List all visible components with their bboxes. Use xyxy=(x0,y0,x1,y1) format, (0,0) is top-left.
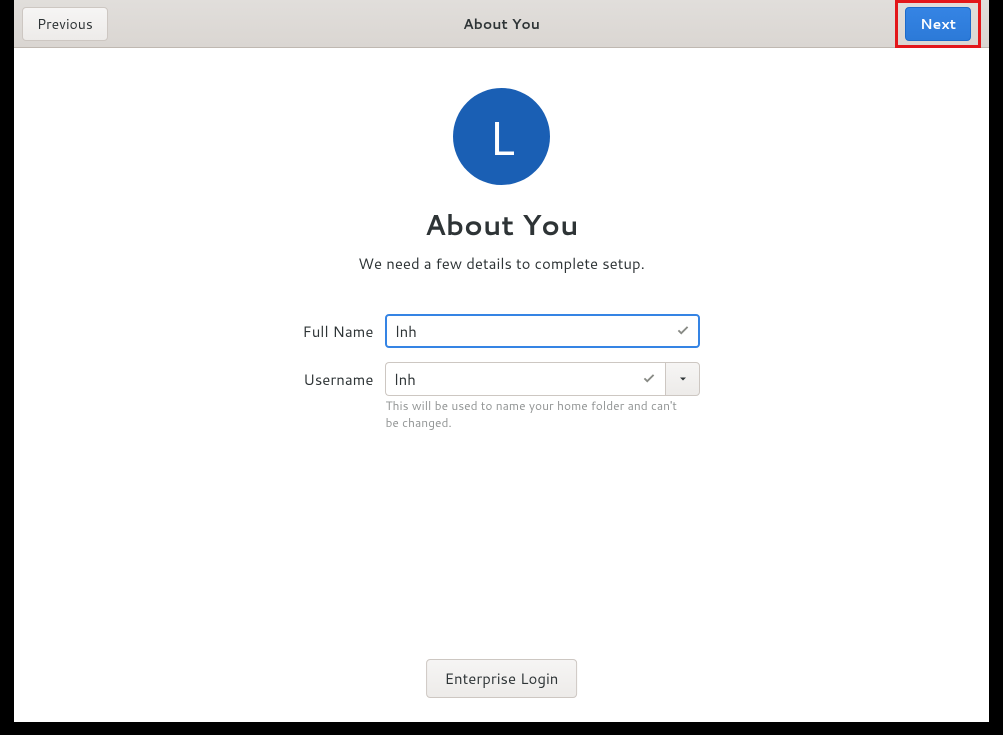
page-title: About You xyxy=(463,14,540,34)
enterprise-login-button[interactable]: Enterprise Login xyxy=(426,659,578,698)
chevron-down-icon xyxy=(677,373,689,385)
avatar-initial: L xyxy=(488,103,515,171)
username-helper-text: This will be used to name your home fold… xyxy=(385,398,685,432)
avatar[interactable]: L xyxy=(453,88,550,185)
fullname-input[interactable] xyxy=(385,314,700,348)
titlebar: Previous About You Next xyxy=(14,0,989,48)
content-area: L About You We need a few details to com… xyxy=(14,48,989,722)
subheading: We need a few details to complete setup. xyxy=(358,253,645,274)
previous-button[interactable]: Previous xyxy=(22,7,108,41)
fullname-label: Full Name xyxy=(303,314,374,342)
form: Full Name Username xyxy=(303,314,701,432)
username-label: Username xyxy=(303,362,374,390)
next-button[interactable]: Next xyxy=(905,7,971,41)
username-input[interactable] xyxy=(385,362,665,396)
next-button-highlight: Next xyxy=(895,0,981,48)
heading: About You xyxy=(425,205,579,245)
username-dropdown-button[interactable] xyxy=(665,362,700,396)
